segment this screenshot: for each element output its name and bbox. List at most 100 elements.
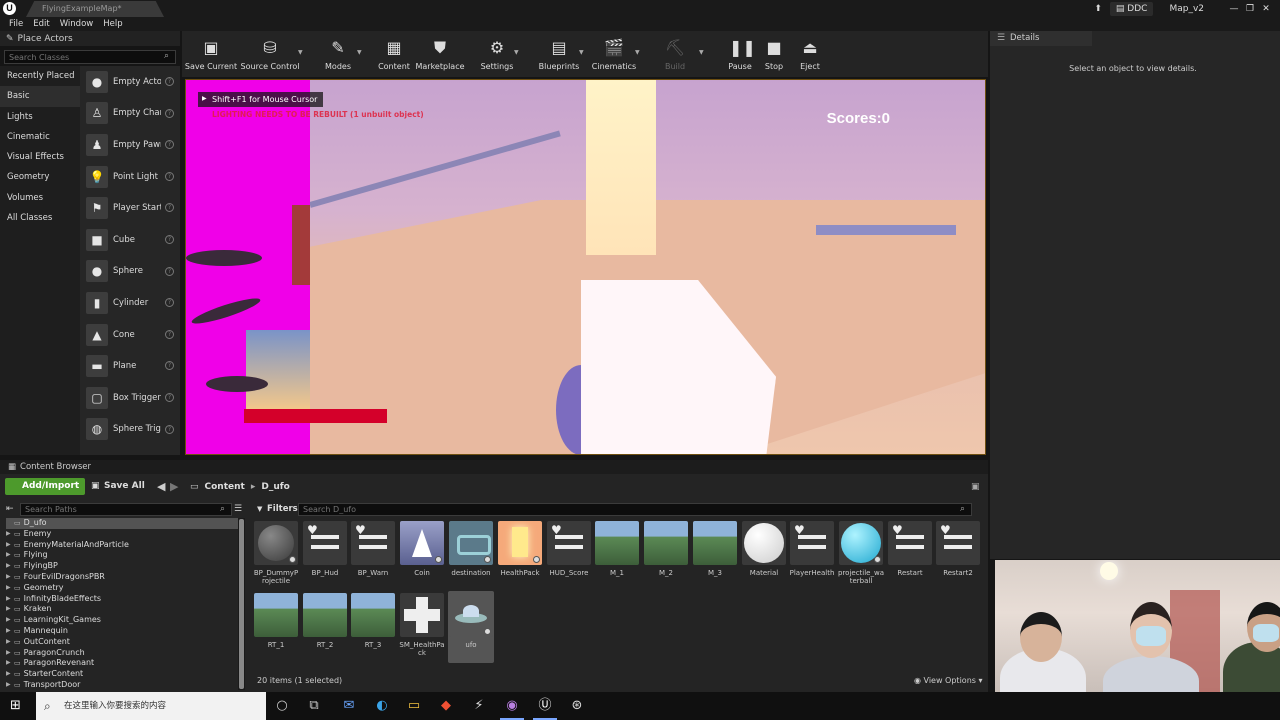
category-basic[interactable]: Basic <box>0 86 80 107</box>
menu-window[interactable]: Window <box>60 19 94 29</box>
category-geometry[interactable]: Geometry <box>0 167 80 187</box>
save-all-button[interactable]: Save All <box>91 478 145 495</box>
chevron-right-icon[interactable]: ▶ <box>6 658 11 669</box>
category-recently-placed[interactable]: Recently Placed <box>0 66 80 86</box>
chevron-right-icon[interactable]: ▶ <box>6 583 11 594</box>
place-actors-tab[interactable]: ✎ Place Actors <box>0 31 180 46</box>
chevron-right-icon[interactable]: ▶ <box>6 561 11 572</box>
cinematics-button[interactable]: 🎬 Cinematics <box>592 31 636 77</box>
list-view-icon[interactable]: ☰ <box>234 504 242 514</box>
info-icon[interactable]: ? <box>165 424 174 434</box>
info-icon[interactable]: ? <box>165 203 174 213</box>
search-icon[interactable]: ⌕ <box>220 504 225 514</box>
stop-button[interactable]: ■ Stop <box>762 31 786 77</box>
asset-tile[interactable]: projectile_waterball <box>838 521 884 591</box>
menu-file[interactable]: File <box>9 19 23 29</box>
category-lights[interactable]: Lights <box>0 107 80 127</box>
chevron-right-icon[interactable]: ▸ <box>251 482 256 492</box>
search-assets-input[interactable] <box>298 503 972 516</box>
actor-item[interactable]: ▮ Cylinder? <box>80 287 180 319</box>
asset-tile-selected[interactable]: ufo <box>448 591 494 663</box>
folder-item[interactable]: ▶ ▭ EnemyMaterialAndParticle <box>6 540 238 551</box>
asset-tile[interactable]: ♥ BP_Warn <box>350 521 396 591</box>
actor-item[interactable]: ♟ Empty Pawn? <box>80 129 180 161</box>
search-icon[interactable]: ⌕ <box>164 51 169 61</box>
build-button[interactable]: ⛏ Build <box>660 31 690 77</box>
filters-button[interactable]: Filters <box>255 503 298 516</box>
asset-tile[interactable]: Material <box>741 521 787 591</box>
info-icon[interactable]: ? <box>165 361 174 371</box>
settings-button[interactable]: ⚙ Settings <box>480 31 514 77</box>
asset-tile[interactable]: ♥ BP_Hud <box>302 521 348 591</box>
visual-studio-icon[interactable]: ⚡ <box>471 698 487 714</box>
view-options-button[interactable]: ◉ View Options ▾ <box>914 676 983 685</box>
asset-tile[interactable]: ♥ HUD_Score <box>546 521 592 591</box>
chevron-right-icon[interactable]: ▶ <box>6 648 11 659</box>
search-classes-input[interactable] <box>4 50 176 64</box>
folder-item[interactable]: ▶ ▭ Flying <box>6 550 238 561</box>
breadcrumb-content[interactable]: Content <box>205 482 245 492</box>
category-visual-effects[interactable]: Visual Effects <box>0 147 80 167</box>
asset-tile[interactable]: RT_2 <box>302 593 348 663</box>
unreal-icon[interactable]: Ⓤ <box>533 698 557 720</box>
folder-item[interactable]: ▶ ▭ Enemy <box>6 529 238 540</box>
actor-item[interactable]: ⚑ Player Start? <box>80 192 180 224</box>
chevron-right-icon[interactable]: ▶ <box>6 680 11 690</box>
forward-arrow-icon[interactable]: ▶ <box>170 478 178 495</box>
toggle-sources-icon[interactable]: ⇤ <box>6 504 14 514</box>
blueprints-button[interactable]: ▤ Blueprints <box>538 31 580 77</box>
chevron-right-icon[interactable]: ▶ <box>6 626 11 637</box>
minimize-icon[interactable]: — <box>1226 4 1242 14</box>
folder-scrollbar-thumb[interactable] <box>239 519 244 689</box>
chevron-down-icon[interactable]: ▼ <box>298 49 303 56</box>
mail-icon[interactable]: ✉ <box>341 698 357 714</box>
actor-item[interactable]: ▲ Cone? <box>80 319 180 351</box>
actor-item[interactable]: ■ Cube? <box>80 224 180 256</box>
chevron-right-icon[interactable]: ▶ <box>6 529 11 540</box>
chevron-down-icon[interactable]: ▼ <box>579 49 584 56</box>
info-icon[interactable]: ? <box>165 108 174 118</box>
search-paths-input[interactable] <box>20 503 232 516</box>
file-explorer-icon[interactable]: ▭ <box>406 698 422 714</box>
modes-button[interactable]: ✎ Modes <box>320 31 356 77</box>
category-volumes[interactable]: Volumes <box>0 188 80 208</box>
folder-item[interactable]: ▭ D_ufo <box>6 518 238 529</box>
github-icon[interactable]: ◉ <box>500 698 524 720</box>
folder-item[interactable]: ▶ ▭ FlyingBP <box>6 561 238 572</box>
info-icon[interactable]: ? <box>165 140 174 150</box>
folder-item[interactable]: ▶ ▭ Geometry <box>6 583 238 594</box>
chevron-down-icon[interactable]: ▼ <box>699 49 704 56</box>
category-cinematic[interactable]: Cinematic <box>0 127 80 147</box>
menu-help[interactable]: Help <box>103 19 122 29</box>
git-icon[interactable]: ◆ <box>438 698 454 714</box>
folder-item[interactable]: ▶ ▭ FourEvilDragonsPBR <box>6 572 238 583</box>
info-icon[interactable]: ? <box>165 266 174 276</box>
actor-item[interactable]: ◍ Sphere Trigger? <box>80 414 180 446</box>
folder-item[interactable]: ▶ ▭ StarterContent <box>6 669 238 680</box>
chevron-right-icon[interactable]: ▶ <box>6 615 11 626</box>
actor-item[interactable]: ♙ Empty Character? <box>80 98 180 130</box>
info-icon[interactable]: ? <box>165 171 174 181</box>
info-icon[interactable]: ? <box>165 234 174 244</box>
asset-tile[interactable]: BP_DummyProjectile <box>253 521 299 591</box>
game-viewport[interactable]: Shift+F1 for Mouse Cursor LIGHTING NEEDS… <box>185 79 986 455</box>
menu-edit[interactable]: Edit <box>33 19 49 29</box>
category-all-classes[interactable]: All Classes <box>0 208 80 228</box>
save-current-button[interactable]: ▣ Save Current <box>185 31 237 77</box>
chevron-down-icon[interactable]: ▼ <box>635 49 640 56</box>
edge-icon[interactable]: ◐ <box>374 698 390 714</box>
chevron-right-icon[interactable]: ▶ <box>6 637 11 648</box>
asset-tile[interactable]: destination <box>448 521 494 591</box>
folder-item[interactable]: ▶ ▭ Mannequin <box>6 626 238 637</box>
chevron-right-icon[interactable]: ▶ <box>6 550 11 561</box>
chevron-right-icon[interactable]: ▶ <box>6 669 11 680</box>
asset-tile[interactable]: ♥ PlayerHealth <box>789 521 835 591</box>
folder-icon[interactable]: ▭ <box>190 482 199 492</box>
chevron-right-icon[interactable]: ▶ <box>6 594 11 605</box>
content-browser-tab[interactable]: ▦ Content Browser <box>0 460 988 474</box>
ddc-indicator[interactable]: ▤ DDC <box>1109 1 1154 16</box>
pause-button[interactable]: ❚❚ Pause <box>726 31 756 77</box>
asset-tile[interactable]: M_3 <box>692 521 738 591</box>
level-tab[interactable]: FlyingExampleMap* <box>26 1 164 17</box>
unity-icon[interactable]: ⊛ <box>569 698 585 714</box>
